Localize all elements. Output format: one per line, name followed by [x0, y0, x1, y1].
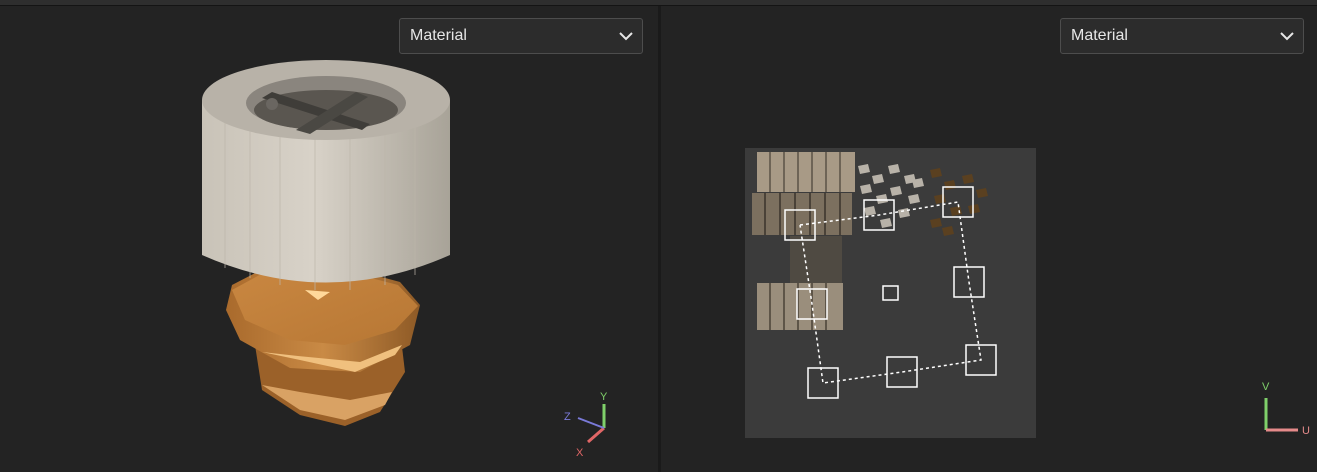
axis-label-y: Y: [600, 391, 608, 403]
chevron-down-icon: [1280, 32, 1294, 41]
axis-label-v: V: [1262, 381, 1270, 393]
viewport-3d[interactable]: Y X Z Material: [0, 6, 658, 472]
uv-mode-dropdown[interactable]: Material: [1060, 18, 1304, 54]
uv-texture: [745, 148, 1036, 438]
axis-label-z: Z: [564, 411, 571, 423]
uv-mode-value: Material: [1071, 27, 1128, 44]
lantern-model[interactable]: [202, 60, 450, 426]
axis-label-u: U: [1302, 425, 1310, 437]
axis-gizmo-uv-icon: V U: [1262, 381, 1310, 437]
chevron-down-icon: [619, 32, 633, 41]
axis-label-x: X: [576, 447, 584, 459]
viewport-mode-value: Material: [410, 27, 467, 44]
uv-editor[interactable]: V U Material: [661, 6, 1317, 472]
axis-gizmo-xyz-icon: Y X Z: [564, 391, 608, 459]
cross-nut: [266, 98, 278, 110]
viewport-3d-canvas[interactable]: Y X Z: [0, 6, 658, 472]
viewport-mode-dropdown[interactable]: Material: [399, 18, 643, 54]
uv-editor-canvas[interactable]: V U: [661, 6, 1317, 472]
